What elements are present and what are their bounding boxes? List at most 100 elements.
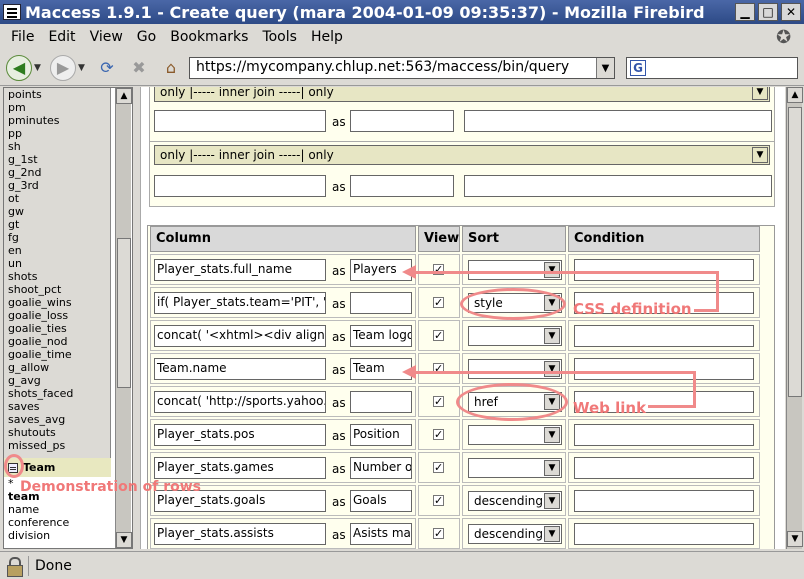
sidebar-field-item[interactable]: goalie_time [8, 348, 110, 361]
sidebar-field-item[interactable]: shutouts [8, 426, 110, 439]
sort-select[interactable]: descending ▼ [468, 524, 562, 544]
scroll-down-icon[interactable]: ▼ [787, 531, 803, 547]
column-alias-input[interactable]: Number of [350, 457, 412, 479]
sidebar-field-item[interactable]: fg [8, 231, 110, 244]
url-bar[interactable]: https://mycompany.chlup.net:563/maccess/… [189, 57, 615, 79]
join-left-input[interactable] [154, 110, 326, 132]
minimize-icon[interactable]: ▁ [735, 3, 755, 21]
close-icon[interactable]: ✕ [781, 3, 801, 21]
sidebar-field-item[interactable]: g_1st [8, 153, 110, 166]
sidebar-field-item[interactable]: ot [8, 192, 110, 205]
sidebar-field-item[interactable]: gw [8, 205, 110, 218]
chevron-down-icon[interactable]: ▼ [752, 87, 768, 100]
scroll-up-icon[interactable]: ▲ [116, 88, 132, 104]
join-alias-input[interactable] [350, 110, 454, 132]
view-checkbox[interactable]: ✓ [433, 429, 444, 440]
team-field-item[interactable]: conference [8, 516, 111, 529]
sidebar-field-item[interactable]: g_avg [8, 374, 110, 387]
chevron-down-icon[interactable]: ▼ [544, 262, 560, 278]
chevron-down-icon[interactable]: ▼ [544, 460, 560, 476]
menu-view[interactable]: View [90, 29, 123, 45]
forward-dropdown-icon[interactable]: ▼ [78, 63, 88, 73]
column-alias-input[interactable]: Goals [350, 490, 412, 512]
sidebar-field-item[interactable]: gt [8, 218, 110, 231]
view-checkbox[interactable]: ✓ [433, 297, 444, 308]
chevron-down-icon[interactable]: ▼ [544, 361, 560, 377]
column-expression-input[interactable]: Team.name [154, 358, 326, 380]
reload-icon[interactable]: ⟳ [94, 55, 120, 81]
view-checkbox[interactable]: ✓ [433, 396, 444, 407]
view-checkbox[interactable]: ✓ [433, 330, 444, 341]
sidebar-field-item[interactable]: goalie_ties [8, 322, 110, 335]
join-type-select[interactable]: only |----- inner join -----| only ▼ [154, 145, 770, 165]
sidebar-field-item[interactable]: shots_faced [8, 387, 110, 400]
forward-icon[interactable]: ▶ [50, 54, 76, 81]
sidebar-field-item[interactable]: pp [8, 127, 110, 140]
chevron-down-icon[interactable]: ▼ [544, 493, 560, 509]
sidebar-field-item[interactable]: g_3rd [8, 179, 110, 192]
column-alias-input[interactable]: Position [350, 424, 412, 446]
page-scroll-thumb[interactable] [788, 107, 802, 397]
sidebar-field-item[interactable]: g_2nd [8, 166, 110, 179]
join-condition-input[interactable] [464, 175, 772, 197]
window-menu-icon[interactable] [3, 4, 21, 20]
sidebar-scroll-thumb[interactable] [117, 238, 131, 388]
condition-input[interactable] [574, 325, 754, 347]
back-icon[interactable]: ◀ [6, 54, 32, 81]
condition-input[interactable] [574, 523, 754, 545]
condition-input[interactable] [574, 457, 754, 479]
sidebar-field-item[interactable]: sh [8, 140, 110, 153]
join-type-select[interactable]: only |----- inner join -----| only ▼ [154, 87, 770, 102]
chevron-down-icon[interactable]: ▼ [544, 526, 560, 542]
sidebar-field-item[interactable]: en [8, 244, 110, 257]
menu-file[interactable]: File [11, 29, 34, 45]
stop-icon[interactable]: ✖ [126, 55, 152, 81]
sidebar-field-item[interactable]: goalie_nod [8, 335, 110, 348]
sort-select[interactable]: ▼ [468, 326, 562, 346]
sort-select[interactable]: ▼ [468, 359, 562, 379]
join-condition-input[interactable] [464, 110, 772, 132]
sort-select[interactable]: ▼ [468, 458, 562, 478]
sidebar-field-item[interactable]: pm [8, 101, 110, 114]
view-checkbox[interactable]: ✓ [433, 495, 444, 506]
sidebar-field-item[interactable]: goalie_loss [8, 309, 110, 322]
condition-input[interactable] [574, 424, 754, 446]
sidebar-field-item[interactable]: saves_avg [8, 413, 110, 426]
chevron-down-icon[interactable]: ▼ [544, 328, 560, 344]
column-expression-input[interactable]: concat( '<xhtml><div align="c [154, 325, 326, 347]
view-checkbox[interactable]: ✓ [433, 462, 444, 473]
column-alias-input[interactable] [350, 391, 412, 413]
page-scrollbar[interactable]: ▲ ▼ [786, 87, 803, 549]
column-expression-input[interactable]: Player_stats.pos [154, 424, 326, 446]
column-expression-input[interactable]: if( Player_stats.team='PIT', 'c [154, 292, 326, 314]
sidebar-field-item[interactable]: shots [8, 270, 110, 283]
sidebar-field-item[interactable]: points [8, 88, 110, 101]
google-icon[interactable]: G [630, 60, 646, 76]
condition-input[interactable] [574, 259, 754, 281]
team-field-item[interactable]: division [8, 529, 111, 542]
join-left-input[interactable] [154, 175, 326, 197]
team-field-item[interactable]: name [8, 503, 111, 516]
menu-edit[interactable]: Edit [48, 29, 75, 45]
lock-icon[interactable] [6, 556, 23, 577]
column-expression-input[interactable]: concat( 'http://sports.yahoo.c [154, 391, 326, 413]
search-input[interactable]: G [626, 57, 798, 79]
sidebar-field-item[interactable]: saves [8, 400, 110, 413]
column-expression-input[interactable]: Player_stats.full_name [154, 259, 326, 281]
chevron-down-icon[interactable]: ▼ [752, 147, 768, 163]
back-dropdown-icon[interactable]: ▼ [34, 63, 44, 73]
sidebar-field-item[interactable]: g_allow [8, 361, 110, 374]
condition-input[interactable] [574, 490, 754, 512]
column-alias-input[interactable]: Team logo [350, 325, 412, 347]
sidebar-field-item[interactable]: goalie_wins [8, 296, 110, 309]
condition-input[interactable] [574, 358, 754, 380]
maximize-icon[interactable]: □ [758, 3, 778, 21]
sidebar-field-item[interactable]: un [8, 257, 110, 270]
sidebar-field-item[interactable]: shoot_pct [8, 283, 110, 296]
sidebar-field-item[interactable]: missed_ps [8, 439, 110, 452]
scroll-up-icon[interactable]: ▲ [787, 87, 803, 103]
sort-select[interactable]: ▼ [468, 425, 562, 445]
menu-tools[interactable]: Tools [262, 29, 297, 45]
view-checkbox[interactable]: ✓ [433, 528, 444, 539]
menu-bookmarks[interactable]: Bookmarks [170, 29, 248, 45]
